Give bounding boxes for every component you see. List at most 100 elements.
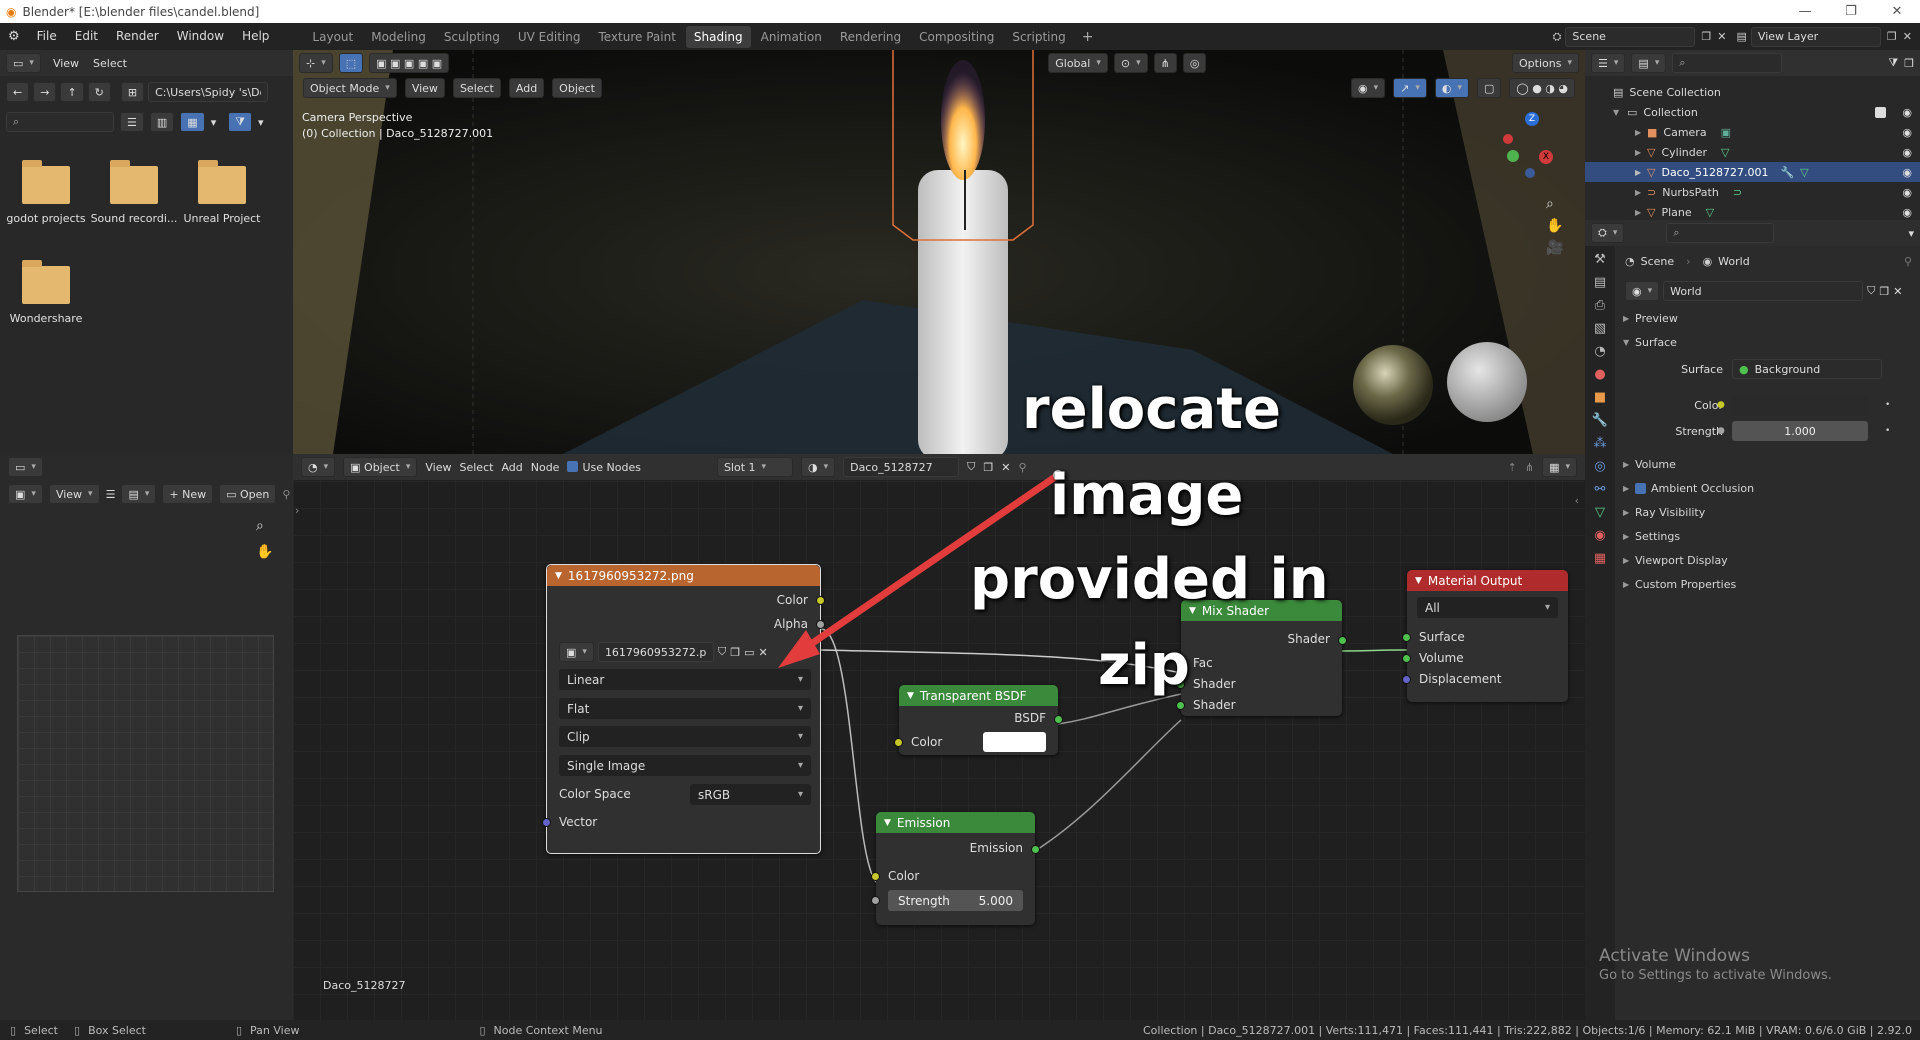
menu-edit[interactable]: Edit xyxy=(66,23,107,50)
editor-type-button[interactable]: ☰ xyxy=(1591,53,1626,73)
expand-icon[interactable]: ▶ xyxy=(1635,208,1647,217)
data-tab-icon[interactable]: ▽ xyxy=(1595,505,1605,520)
vp-menu-object[interactable]: Object xyxy=(552,78,602,98)
options-dropdown[interactable]: Options xyxy=(1512,53,1579,73)
ie-pin-icon[interactable]: ⚲ xyxy=(282,488,290,501)
tree-item-plane[interactable]: ▶ ▽ Plane ▽ ◉ xyxy=(1585,202,1920,222)
render-tab-icon[interactable]: ▤ xyxy=(1594,275,1606,290)
transform-orientation-dropdown[interactable]: Global xyxy=(1048,53,1108,73)
node-editor[interactable]: ◔ ▣ Object View Select Add Node Use Node… xyxy=(293,454,1585,1020)
forward-icon[interactable]: → xyxy=(33,82,57,102)
section-surface[interactable]: ▼ Surface xyxy=(1621,330,1916,354)
refresh-icon[interactable]: ↻ xyxy=(87,82,111,102)
strength-socket-icon[interactable]: ● xyxy=(1717,426,1725,436)
properties-search-input[interactable]: ⌕ xyxy=(1666,223,1775,243)
transparent-node-header[interactable]: ▼ Transparent BSDF xyxy=(899,685,1058,706)
pan-hand-icon[interactable]: ✋ xyxy=(256,544,273,560)
collapse-icon[interactable]: ▼ xyxy=(884,818,891,828)
output-node-header[interactable]: ▼ Material Output xyxy=(1407,570,1568,591)
visibility-icon[interactable]: ◉ xyxy=(1350,78,1386,98)
vp-menu-select[interactable]: Select xyxy=(452,78,501,98)
pin-icon[interactable]: ⚲ xyxy=(1904,255,1912,268)
minimize-button[interactable]: — xyxy=(1782,0,1828,23)
toolbar-toggle-icon[interactable]: › xyxy=(295,504,299,517)
extension-dropdown[interactable]: Clip xyxy=(559,726,811,747)
modifier-tab-icon[interactable]: 🔧 xyxy=(1592,413,1608,428)
in-displacement-socket[interactable] xyxy=(1402,675,1411,684)
fb-search-input[interactable]: ⌕ xyxy=(6,112,114,132)
expand-icon[interactable]: ▶ xyxy=(1635,148,1647,157)
collapse-icon[interactable]: ▼ xyxy=(907,691,914,701)
world-fake-user-icon[interactable]: ⛉ xyxy=(1867,284,1875,298)
filter-icon[interactable]: ⧩ xyxy=(1888,56,1898,70)
select-mode-icon[interactable]: ▣ ▣ ▣ ▣ ▣ xyxy=(369,53,450,73)
colorspace-dropdown[interactable]: sRGB xyxy=(690,784,811,805)
back-icon[interactable]: ← xyxy=(6,82,30,102)
interpolation-dropdown[interactable]: Linear xyxy=(559,669,811,690)
strength-field[interactable]: 1.000 xyxy=(1732,421,1868,441)
editor-type-button[interactable]: ⊹ xyxy=(299,53,333,73)
ie-open-button[interactable]: ▭ Open xyxy=(219,484,277,504)
material-output-node[interactable]: ▼ Material Output All Surface Volume Disp… xyxy=(1402,570,1568,702)
output-target-dropdown[interactable]: All xyxy=(1417,597,1558,618)
section-preview[interactable]: ▶ Preview xyxy=(1621,306,1916,330)
keyframe-dot-icon[interactable]: • xyxy=(1885,400,1890,410)
view-layer-icon[interactable]: ▤ xyxy=(1737,30,1747,43)
tab-scripting[interactable]: Scripting xyxy=(1004,26,1073,48)
out-bsdf-socket[interactable] xyxy=(1054,715,1063,724)
select-tool-icon[interactable]: ⬚ xyxy=(338,53,364,73)
blender-menu-icon[interactable]: ⚙ xyxy=(0,29,28,44)
image-texture-node[interactable]: ▼ 1617960953272.png Color Alpha ▣ 1617960… xyxy=(542,564,825,854)
world-name-field[interactable]: World xyxy=(1663,281,1864,301)
image-name-field[interactable]: 1617960953272.p... xyxy=(597,642,714,662)
scene-selector[interactable]: Scene xyxy=(1565,26,1696,47)
out-alpha-socket[interactable] xyxy=(816,620,825,629)
axis-neg-x-icon[interactable] xyxy=(1503,134,1513,144)
image-browse-icon[interactable]: ▣ xyxy=(559,642,594,662)
thumbnail-view-icon[interactable]: ▦ xyxy=(180,112,205,132)
in-surface-socket[interactable] xyxy=(1402,633,1411,642)
filter-dropdown-icon[interactable]: ▾ xyxy=(258,116,264,129)
ie-view-dropdown[interactable]: View xyxy=(48,484,100,504)
pivot-icon[interactable]: ⊙ xyxy=(1113,53,1148,73)
delete-scene-icon[interactable]: ✕ xyxy=(1717,30,1726,43)
outliner-search-input[interactable]: ⌕ xyxy=(1672,53,1783,73)
expand-icon[interactable]: ▶ xyxy=(1635,168,1647,177)
world-duplicate-icon[interactable]: ❐ xyxy=(1879,285,1889,298)
section-ambient-occlusion[interactable]: ▶ Ambient Occlusion xyxy=(1621,476,1916,500)
menu-help[interactable]: Help xyxy=(233,23,278,50)
image-fake-user-icon[interactable]: ⛉ xyxy=(718,645,726,659)
new-scene-icon[interactable]: ❐ xyxy=(1701,30,1711,43)
tree-item-camera[interactable]: ▶ ■ Camera ▣ ◉ xyxy=(1585,122,1920,142)
vp-menu-add[interactable]: Add xyxy=(508,78,545,98)
open-image-icon[interactable]: ▭ xyxy=(744,646,754,659)
navigation-gizmo[interactable]: Z X xyxy=(1503,112,1559,182)
scene-icon[interactable]: ⛭ xyxy=(1553,30,1562,44)
keyframe-dot-icon[interactable]: • xyxy=(1885,426,1890,436)
close-button[interactable]: ✕ xyxy=(1874,0,1920,23)
eye-icon[interactable]: ◉ xyxy=(1902,146,1912,159)
ie-canvas-grid[interactable] xyxy=(17,635,274,892)
image-node-header[interactable]: ▼ 1617960953272.png xyxy=(547,565,820,586)
view-layer-selector[interactable]: View Layer xyxy=(1750,26,1881,47)
zoom-icon[interactable]: ⌕ xyxy=(1546,196,1563,212)
tree-item-cylinder[interactable]: ▶ ▽ Cylinder ▽ ◉ xyxy=(1585,142,1920,162)
in-color-socket[interactable] xyxy=(871,872,880,881)
section-custom-properties[interactable]: ▶ Custom Properties xyxy=(1621,572,1916,596)
out-color-socket[interactable] xyxy=(816,596,825,605)
snap-icon[interactable]: ⋔ xyxy=(1153,53,1177,73)
exclude-checkbox[interactable] xyxy=(1875,106,1886,118)
tab-uv-editing[interactable]: UV Editing xyxy=(510,26,589,48)
axis-neg-z-icon[interactable] xyxy=(1525,168,1535,178)
tree-collection[interactable]: ▼ ▭ Collection ◉ xyxy=(1585,102,1920,122)
in-shader2-socket[interactable] xyxy=(1176,701,1185,710)
ie-mode-icon[interactable]: ▣ xyxy=(8,484,43,504)
material-tab-icon[interactable]: ◉ xyxy=(1594,528,1605,543)
parent-dir-icon[interactable]: ↑ xyxy=(60,82,84,102)
list-view-icon[interactable]: ☰ xyxy=(120,112,144,132)
particles-tab-icon[interactable]: ⁂ xyxy=(1594,436,1607,451)
strength-field[interactable]: Strength 5.000 xyxy=(888,890,1023,911)
section-volume[interactable]: ▶ Volume xyxy=(1621,452,1916,476)
axis-z-icon[interactable]: Z xyxy=(1525,112,1539,126)
tab-texture-paint[interactable]: Texture Paint xyxy=(590,26,683,48)
